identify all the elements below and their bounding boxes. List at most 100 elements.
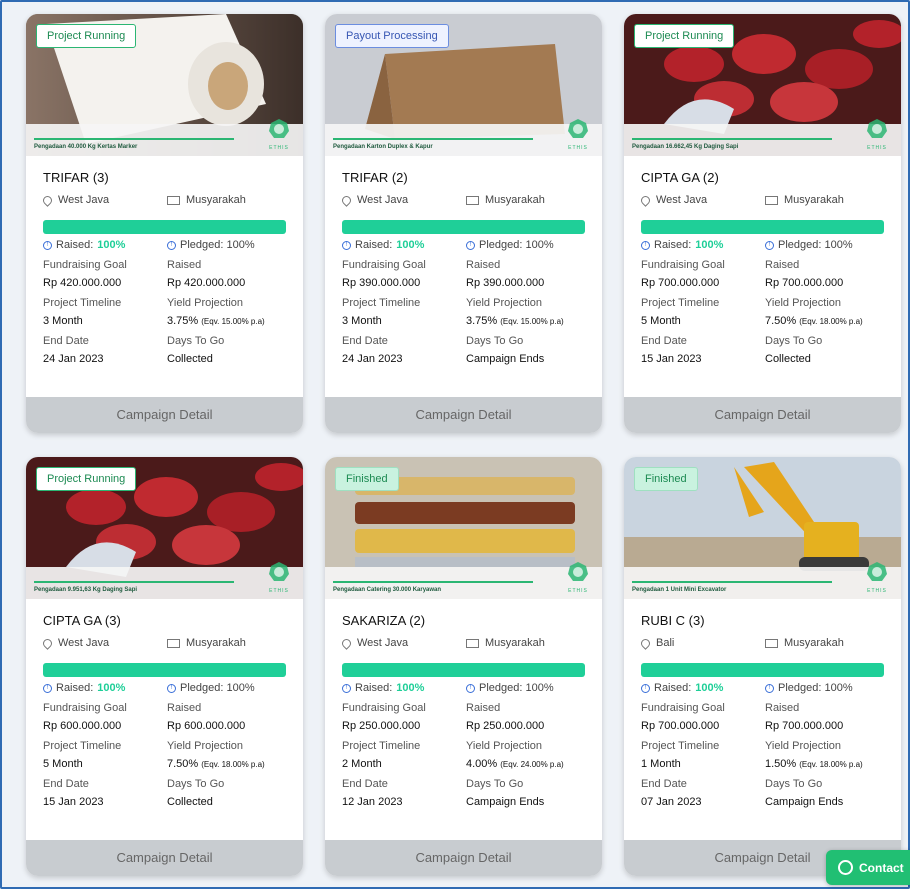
campaign-image[interactable]: Project Running Pengadaan 16.662,45 Kg D…	[624, 14, 901, 156]
akad-text: Musyarakah	[186, 637, 246, 649]
timeline-value: 5 Month	[641, 315, 681, 327]
yield-label: Yield Projection	[167, 297, 244, 309]
campaign-card[interactable]: Finished Pengadaan 1 Unit Mini Excavator…	[624, 457, 901, 876]
raised-amount-label: Raised	[466, 702, 501, 714]
contract-map-icon	[167, 638, 180, 648]
info-icon[interactable]: !	[167, 683, 176, 693]
campaign-image[interactable]: Finished Pengadaan 1 Unit Mini Excavator…	[624, 457, 901, 599]
location-text: West Java	[58, 637, 110, 649]
brand-watermark: ETHIS	[568, 145, 588, 151]
image-caption: Pengadaan Karton Duplex & Kapur	[333, 138, 533, 150]
image-caption: Pengadaan 40.000 Kg Kertas Marker	[34, 138, 234, 150]
location-pin-icon	[340, 636, 353, 650]
raised-percent: 100%	[695, 239, 724, 251]
campaign-detail-button[interactable]: Campaign Detail	[325, 840, 602, 876]
info-icon[interactable]: !	[342, 240, 351, 250]
yield-equivalent: (Eqv. 18.00% p.a)	[201, 760, 265, 769]
brand-watermark: ETHIS	[568, 588, 588, 594]
pledged-text: Pledged: 100%	[778, 682, 853, 694]
end-date-value: 12 Jan 2023	[342, 796, 403, 808]
info-icon[interactable]: !	[167, 240, 176, 250]
campaign-card[interactable]: Finished Pengadaan Catering 30.000 Karya…	[325, 457, 602, 876]
contract-map-icon	[466, 638, 479, 648]
location-pin-icon	[639, 636, 652, 650]
campaign-card[interactable]: Payout Processing Pengadaan Karton Duple…	[325, 14, 602, 433]
campaign-title[interactable]: RUBI C (3)	[641, 613, 884, 628]
brand-watermark: ETHIS	[269, 588, 289, 594]
yield-label: Yield Projection	[466, 297, 543, 309]
end-date-value: 15 Jan 2023	[641, 353, 702, 365]
info-icon[interactable]: !	[466, 683, 475, 693]
campaign-image[interactable]: Payout Processing Pengadaan Karton Duple…	[325, 14, 602, 156]
days-to-go-label: Days To Go	[167, 778, 225, 790]
campaign-image[interactable]: Finished Pengadaan Catering 30.000 Karya…	[325, 457, 602, 599]
campaign-title[interactable]: TRIFAR (2)	[342, 170, 585, 185]
info-icon[interactable]: !	[43, 240, 52, 250]
raised-percent: 100%	[97, 239, 126, 251]
info-icon[interactable]: !	[43, 683, 52, 693]
timeline-value: 3 Month	[342, 315, 382, 327]
days-to-go-value: Campaign Ends	[466, 353, 545, 365]
campaign-title[interactable]: CIPTA GA (2)	[641, 170, 884, 185]
yield-value: 1.50% (Eqv. 18.00% p.a)	[765, 758, 863, 770]
goal-value: Rp 390.000.000	[342, 277, 421, 289]
info-icon[interactable]: !	[765, 683, 774, 693]
contract-map-icon	[765, 195, 778, 205]
campaign-title[interactable]: SAKARIZA (2)	[342, 613, 585, 628]
timeline-label: Project Timeline	[43, 297, 122, 309]
contact-button[interactable]: Contact	[826, 850, 910, 885]
raised-amount-value: Rp 600.000.000	[167, 720, 246, 732]
card-body: TRIFAR (3) West Java Musyarakah ! Raised…	[26, 156, 303, 398]
location-text: West Java	[656, 194, 708, 206]
raised-amount-label: Raised	[466, 259, 501, 271]
yield-label: Yield Projection	[167, 740, 244, 752]
pledged-text: Pledged: 100%	[479, 682, 554, 694]
location-text: West Java	[357, 194, 409, 206]
yield-value: 4.00% (Eqv. 24.00% p.a)	[466, 758, 564, 770]
campaign-image[interactable]: Project Running Pengadaan 9.951,63 Kg Da…	[26, 457, 303, 599]
campaign-card[interactable]: Project Running Pengadaan 40.000 Kg Kert…	[26, 14, 303, 433]
timeline-label: Project Timeline	[641, 740, 720, 752]
yield-equivalent: (Eqv. 15.00% p.a)	[201, 317, 265, 326]
campaign-title[interactable]: TRIFAR (3)	[43, 170, 286, 185]
image-caption: Pengadaan 9.951,63 Kg Daging Sapi	[34, 581, 234, 593]
campaign-detail-button[interactable]: Campaign Detail	[325, 397, 602, 433]
status-badge: Finished	[634, 467, 698, 491]
goal-label: Fundraising Goal	[43, 702, 127, 714]
raised-label: Raised:	[355, 682, 393, 694]
days-to-go-value: Campaign Ends	[466, 796, 545, 808]
funding-progress-bar	[43, 220, 286, 234]
campaign-grid: Project Running Pengadaan 40.000 Kg Kert…	[26, 14, 901, 876]
days-to-go-value: Collected	[167, 796, 213, 808]
card-body: TRIFAR (2) West Java Musyarakah ! Raised…	[325, 156, 602, 398]
info-icon[interactable]: !	[641, 683, 650, 693]
akad-text: Musyarakah	[485, 194, 545, 206]
image-caption: Pengadaan 16.662,45 Kg Daging Sapi	[632, 138, 832, 150]
status-badge: Payout Processing	[335, 24, 449, 48]
info-icon[interactable]: !	[466, 240, 475, 250]
campaign-card[interactable]: Project Running Pengadaan 9.951,63 Kg Da…	[26, 457, 303, 876]
campaign-title[interactable]: CIPTA GA (3)	[43, 613, 286, 628]
campaign-image[interactable]: Project Running Pengadaan 40.000 Kg Kert…	[26, 14, 303, 156]
raised-label: Raised:	[56, 239, 94, 251]
end-date-value: 24 Jan 2023	[342, 353, 403, 365]
timeline-label: Project Timeline	[342, 297, 421, 309]
campaign-detail-button[interactable]: Campaign Detail	[26, 397, 303, 433]
akad-text: Musyarakah	[485, 637, 545, 649]
info-icon[interactable]: !	[641, 240, 650, 250]
pledged-text: Pledged: 100%	[180, 682, 255, 694]
yield-value: 3.75% (Eqv. 15.00% p.a)	[167, 315, 265, 327]
campaign-detail-button[interactable]: Campaign Detail	[624, 397, 901, 433]
contract-map-icon	[167, 195, 180, 205]
info-icon[interactable]: !	[765, 240, 774, 250]
info-icon[interactable]: !	[342, 683, 351, 693]
ethis-logo-icon: ETHIS	[566, 118, 590, 151]
raised-percent: 100%	[396, 682, 425, 694]
raised-amount-value: Rp 700.000.000	[765, 720, 844, 732]
raised-label: Raised:	[355, 239, 393, 251]
location-text: West Java	[357, 637, 409, 649]
campaign-card[interactable]: Project Running Pengadaan 16.662,45 Kg D…	[624, 14, 901, 433]
end-date-label: End Date	[43, 778, 89, 790]
campaign-detail-button[interactable]: Campaign Detail	[26, 840, 303, 876]
location-pin-icon	[340, 193, 353, 207]
